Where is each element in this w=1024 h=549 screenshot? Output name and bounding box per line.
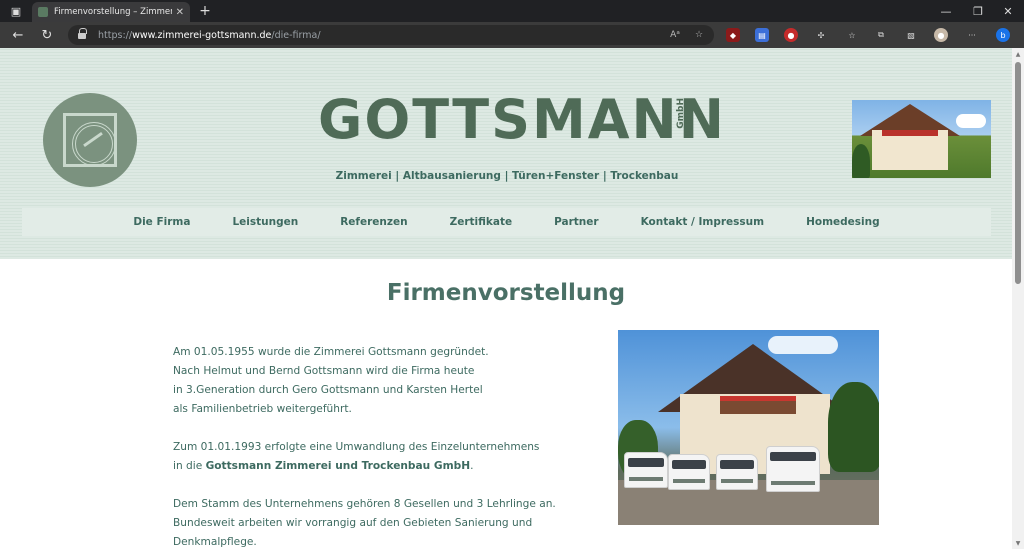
text-line: Dem Stamm des Unternehmens gehören 8 Ges… [173, 498, 556, 510]
close-window-button[interactable]: ✕ [992, 0, 1024, 22]
paragraph-conversion: Zum 01.01.1993 erfolgte eine Umwandlung … [173, 438, 593, 476]
text-line: in die Gottsmann Zimmerei und Trockenbau… [173, 460, 474, 472]
nav-item-leistungen[interactable]: Leistungen [232, 216, 298, 228]
reload-icon[interactable]: ↻ [38, 26, 56, 44]
text-line: Bundesweit arbeiten wir vorrangig auf de… [173, 517, 533, 529]
nav-item-homedesing[interactable]: Homedesing [806, 216, 880, 228]
extension-icon[interactable]: ● [784, 28, 798, 42]
scroll-up-icon[interactable]: ▲ [1012, 48, 1024, 60]
add-favorite-icon[interactable]: ☆ [692, 28, 706, 42]
logo-mark [63, 113, 117, 167]
favicon-icon [38, 7, 48, 17]
url-text: https://www.zimmerei-gottsmann.de/die-fi… [98, 29, 321, 41]
company-legal-name: Gottsmann Zimmerei und Trockenbau GmbH [205, 460, 471, 472]
nav-item-die-firma[interactable]: Die Firma [133, 216, 190, 228]
paragraph-staff: Dem Stamm des Unternehmens gehören 8 Ges… [173, 495, 593, 549]
back-icon[interactable]: ← [9, 26, 27, 44]
nav-item-kontakt[interactable]: Kontakt / Impressum [641, 216, 764, 228]
tab-close-icon[interactable]: ✕ [176, 7, 184, 18]
browser-tab-bar: ▣ Firmenvorstellung – Zimmerei Go ✕ + — … [0, 0, 1024, 22]
logo-icon[interactable] [43, 93, 137, 187]
paragraph-history: Am 01.05.1955 wurde die Zimmerei Gottsma… [173, 343, 593, 419]
profile-icon[interactable]: ● [934, 28, 948, 42]
new-tab-button[interactable]: + [196, 2, 214, 20]
read-aloud-icon[interactable]: Aᵃ [668, 28, 682, 42]
brand-logo[interactable]: GOTTSMANN GmbH [318, 93, 724, 147]
translate-icon[interactable]: ▤ [755, 28, 769, 42]
scroll-thumb[interactable] [1015, 62, 1021, 284]
minimize-button[interactable]: — [930, 0, 962, 22]
tab-title: Firmenvorstellung – Zimmerei Go [54, 7, 172, 17]
main-navigation: Die Firma Leistungen Referenzen Zertifik… [22, 208, 991, 236]
nav-item-referenzen[interactable]: Referenzen [340, 216, 407, 228]
tagline: Zimmerei | Altbausanierung | Türen+Fenst… [335, 170, 679, 182]
sidebar-icon[interactable]: ▣ [0, 0, 32, 22]
company-description: Am 01.05.1955 wurde die Zimmerei Gottsma… [173, 343, 593, 549]
nav-item-partner[interactable]: Partner [554, 216, 598, 228]
maximize-button[interactable]: ❐ [962, 0, 994, 22]
page-title: Firmenvorstellung [386, 280, 626, 306]
favorites-icon[interactable]: ☆ [845, 28, 859, 42]
text-line: Zum 01.01.1993 erfolgte eine Umwandlung … [173, 441, 540, 453]
browser-toolbar: ← ↻ https://www.zimmerei-gottsmann.de/di… [0, 22, 1024, 48]
more-icon[interactable]: ··· [965, 28, 979, 42]
brand-suffix: GmbH [676, 98, 686, 129]
page-scrollbar[interactable]: ▲ ▼ [1012, 48, 1024, 549]
lock-icon[interactable] [78, 27, 87, 40]
text-line: Denkmalpflege. [173, 536, 257, 548]
text-line: in 3.Generation durch Gero Gottsmann und… [173, 384, 483, 396]
browser-tab[interactable]: Firmenvorstellung – Zimmerei Go ✕ [32, 2, 190, 22]
collections-icon[interactable]: ⧉ [874, 28, 888, 42]
bing-icon[interactable]: b [996, 28, 1010, 42]
header-house-image [852, 100, 991, 178]
address-bar[interactable]: https://www.zimmerei-gottsmann.de/die-fi… [68, 25, 714, 45]
screenshot-icon[interactable]: ▧ [904, 28, 918, 42]
nav-item-zertifikate[interactable]: Zertifikate [450, 216, 513, 228]
site-header: GOTTSMANN GmbH Zimmerei | Altbausanierun… [0, 48, 1012, 259]
ublock-icon[interactable]: ◆ [726, 28, 740, 42]
text-line: als Familienbetrieb weitergeführt. [173, 403, 352, 415]
brand-name: GOTTSMANN [318, 88, 726, 151]
text-line: Nach Helmut und Bernd Gottsmann wird die… [173, 365, 475, 377]
company-building-image [618, 330, 879, 525]
text-line: Am 01.05.1955 wurde die Zimmerei Gottsma… [173, 346, 489, 358]
puzzle-icon[interactable]: ✣ [814, 28, 828, 42]
scroll-down-icon[interactable]: ▼ [1012, 537, 1024, 549]
